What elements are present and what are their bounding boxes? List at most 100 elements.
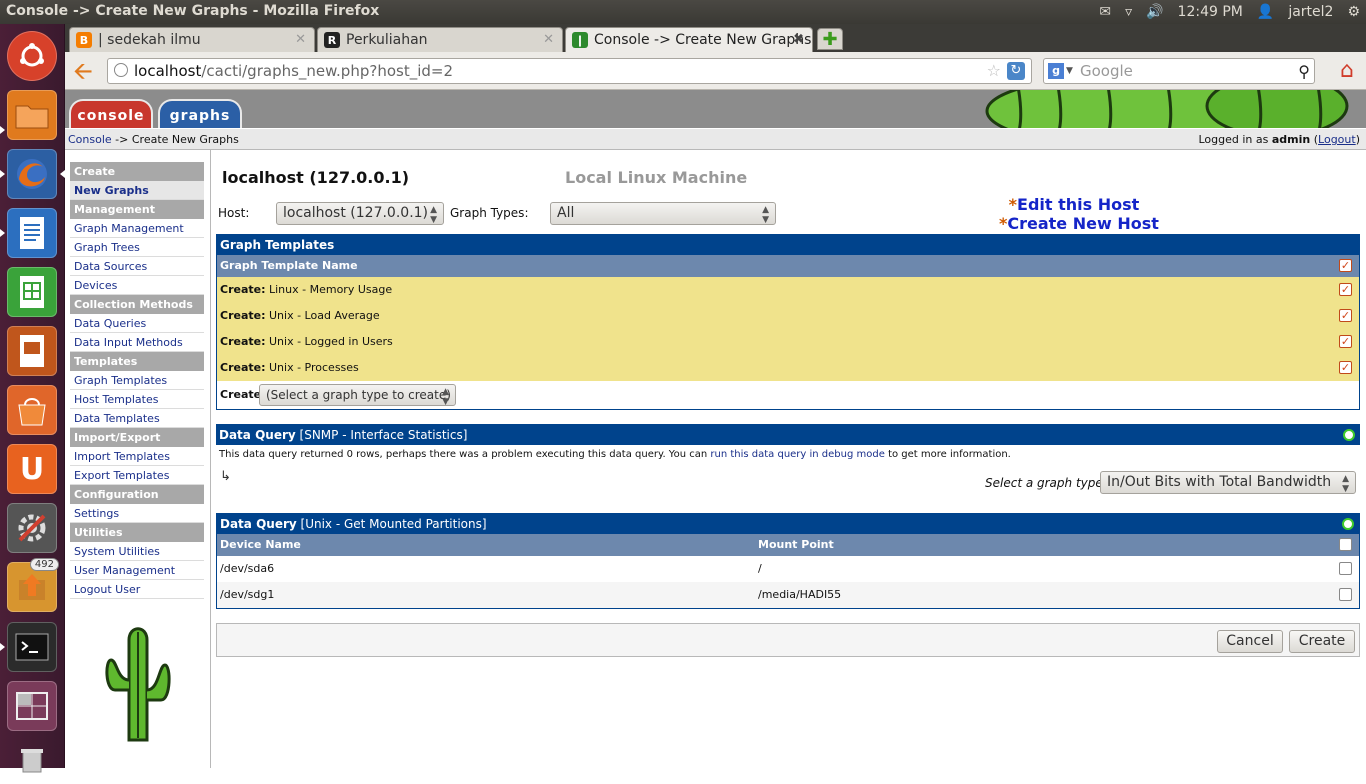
nav-item-export-templates[interactable]: Export Templates [70,466,204,485]
workspace-switcher-icon[interactable] [7,681,57,731]
nav-item-system-utilities[interactable]: System Utilities [70,542,204,561]
nav-item-devices[interactable]: Devices [70,276,204,295]
graph-types-select[interactable]: All ▲ ▼ [550,202,776,225]
reload-icon[interactable]: ↻ [1007,62,1025,80]
ubuntu-top-panel: Console -> Create New Graphs - Mozilla F… [0,0,1366,24]
system-tray: ✉ ▿ 🔊 12:49 PM 👤 jartel2 ⚙ [1099,0,1360,24]
software-center-icon[interactable] [7,385,57,435]
nav-item-new-graphs[interactable]: New Graphs [70,181,204,200]
select-all-circle-icon[interactable] [1343,429,1355,441]
files-folder-icon[interactable] [7,90,57,140]
wifi-icon[interactable]: ▿ [1125,4,1132,20]
user-name[interactable]: jartel2 [1288,4,1333,20]
graph-template-row[interactable]: Create: Unix - Load Average ✓ [217,303,1359,329]
ubuntu-one-icon[interactable]: U [7,444,57,494]
select-all-circle-icon[interactable] [1342,518,1354,530]
graph-template-checkbox[interactable]: ✓ [1339,283,1352,296]
nav-item-user-management[interactable]: User Management [70,561,204,580]
system-settings-icon[interactable] [7,503,57,553]
nav-item-graph-management[interactable]: Graph Management [70,219,204,238]
create-host-link[interactable]: Create New Host [1007,214,1159,233]
mail-icon[interactable]: ✉ [1099,4,1111,20]
close-icon[interactable]: ✕ [543,32,554,47]
snmp-msg-pre: This data query returned 0 rows, perhaps… [219,449,711,460]
url-bar[interactable]: localhost/cacti/graphs_new.php?host_id=2… [107,58,1032,84]
tab-console[interactable]: console [69,99,153,128]
create-prefix: Create: [220,283,266,296]
graph-type-create-value: (Select a graph type to create) [266,388,451,402]
tab-console-create-new-graphs[interactable]: ❙ Console -> Create New Graphs ✖ [565,27,813,52]
tab-label: Perkuliahan [346,32,428,48]
gear-icon[interactable]: ⚙ [1347,4,1360,20]
chevron-down-icon[interactable]: ▼ [1066,59,1073,83]
browser-tab-strip: B | sedekah ilmu ✕ R Perkuliahan ✕ ❙ Con… [65,24,1366,52]
graph-template-row[interactable]: Create: Unix - Processes ✓ [217,355,1359,381]
new-tab-button[interactable]: ✚ [817,28,843,50]
select-all-checkbox[interactable]: ✓ [1339,259,1352,272]
nav-item-data-sources[interactable]: Data Sources [70,257,204,276]
graph-template-checkbox[interactable]: ✓ [1339,309,1352,322]
r-favicon-icon: R [324,32,340,48]
unix-data-query-box: Data Query [Unix - Get Mounted Partition… [216,513,1360,609]
partition-checkbox[interactable] [1339,562,1352,575]
search-input[interactable]: g ▼ Google ⚲ [1043,58,1315,84]
home-icon[interactable]: ⌂ [1334,58,1360,84]
partition-checkbox[interactable] [1339,588,1352,601]
close-icon[interactable]: ✕ [295,32,306,47]
back-arrow-icon[interactable]: 🡨 [69,58,97,84]
breadcrumb-bar: Console -> Create New Graphs Logged in a… [65,128,1366,150]
graph-template-checkbox[interactable]: ✓ [1339,335,1352,348]
cancel-button[interactable]: Cancel [1217,630,1283,653]
snmp-graph-type-select[interactable]: In/Out Bits with Total Bandwidth ▲ ▼ [1100,471,1356,494]
partition-row[interactable]: /dev/sdg1/media/HADI55 [217,582,1359,608]
terminal-icon[interactable] [7,622,57,672]
graph-template-row[interactable]: Create: Linux - Memory Usage ✓ [217,277,1359,303]
google-icon[interactable]: g [1048,63,1064,79]
nav-item-host-templates[interactable]: Host Templates [70,390,204,409]
impress-icon[interactable] [7,326,57,376]
host-select[interactable]: localhost (127.0.0.1) ▲ ▼ [276,202,444,225]
nav-item-graph-trees[interactable]: Graph Trees [70,238,204,257]
graph-templates-column-header: Graph Template Name ✓ [217,255,1359,277]
graph-template-checkbox[interactable]: ✓ [1339,361,1352,374]
partition-row[interactable]: /dev/sda6 / [217,556,1359,582]
globe-icon [114,63,128,77]
writer-icon[interactable] [7,208,57,258]
clock[interactable]: 12:49 PM [1178,4,1243,20]
nav-item-settings[interactable]: Settings [70,504,204,523]
tab-perkuliahan[interactable]: R Perkuliahan ✕ [317,27,563,52]
snmp-info-message: This data query returned 0 rows, perhaps… [216,445,1360,465]
search-placeholder: Google [1080,62,1133,80]
close-icon[interactable]: ✖ [793,32,804,47]
edit-host-link[interactable]: Edit this Host [1017,195,1139,214]
logout-link[interactable]: Logout [1318,133,1356,146]
nav-item-import-templates[interactable]: Import Templates [70,447,204,466]
graph-template-row[interactable]: Create: Unix - Logged in Users ✓ [217,329,1359,355]
nav-item-graph-templates[interactable]: Graph Templates [70,371,204,390]
mount-point-cell: / [758,562,762,575]
blogger-icon: B [76,32,92,48]
nav-item-data-queries[interactable]: Data Queries [70,314,204,333]
update-manager-icon[interactable]: 492 [7,558,59,612]
url-host: localhost [134,62,202,80]
trash-icon[interactable] [7,734,57,784]
create-prefix: Create: [220,309,266,322]
debug-mode-link[interactable]: run this data query in debug mode [710,449,885,460]
volume-icon[interactable]: 🔊 [1146,4,1163,20]
create-button[interactable]: Create [1289,630,1355,653]
device-name-cell: /dev/sda6 [220,562,275,575]
firefox-icon[interactable] [7,149,57,199]
bookmark-star-icon[interactable]: ☆ [987,59,1001,83]
nav-item-data-input-methods[interactable]: Data Input Methods [70,333,204,352]
tab-sedekah-ilmu[interactable]: B | sedekah ilmu ✕ [69,27,315,52]
select-all-partitions-checkbox[interactable] [1339,538,1352,551]
nav-item-data-templates[interactable]: Data Templates [70,409,204,428]
nav-item-logout-user[interactable]: Logout User [70,580,204,599]
dash-home-icon[interactable] [7,31,57,81]
calc-icon[interactable] [7,267,57,317]
graph-type-create-select[interactable]: (Select a graph type to create) ▲ ▼ [259,384,456,407]
host-description: Local Linux Machine [565,168,748,187]
breadcrumb-console-link[interactable]: Console [68,133,112,146]
tab-graphs[interactable]: graphs [158,99,242,128]
search-icon[interactable]: ⚲ [1298,60,1310,84]
